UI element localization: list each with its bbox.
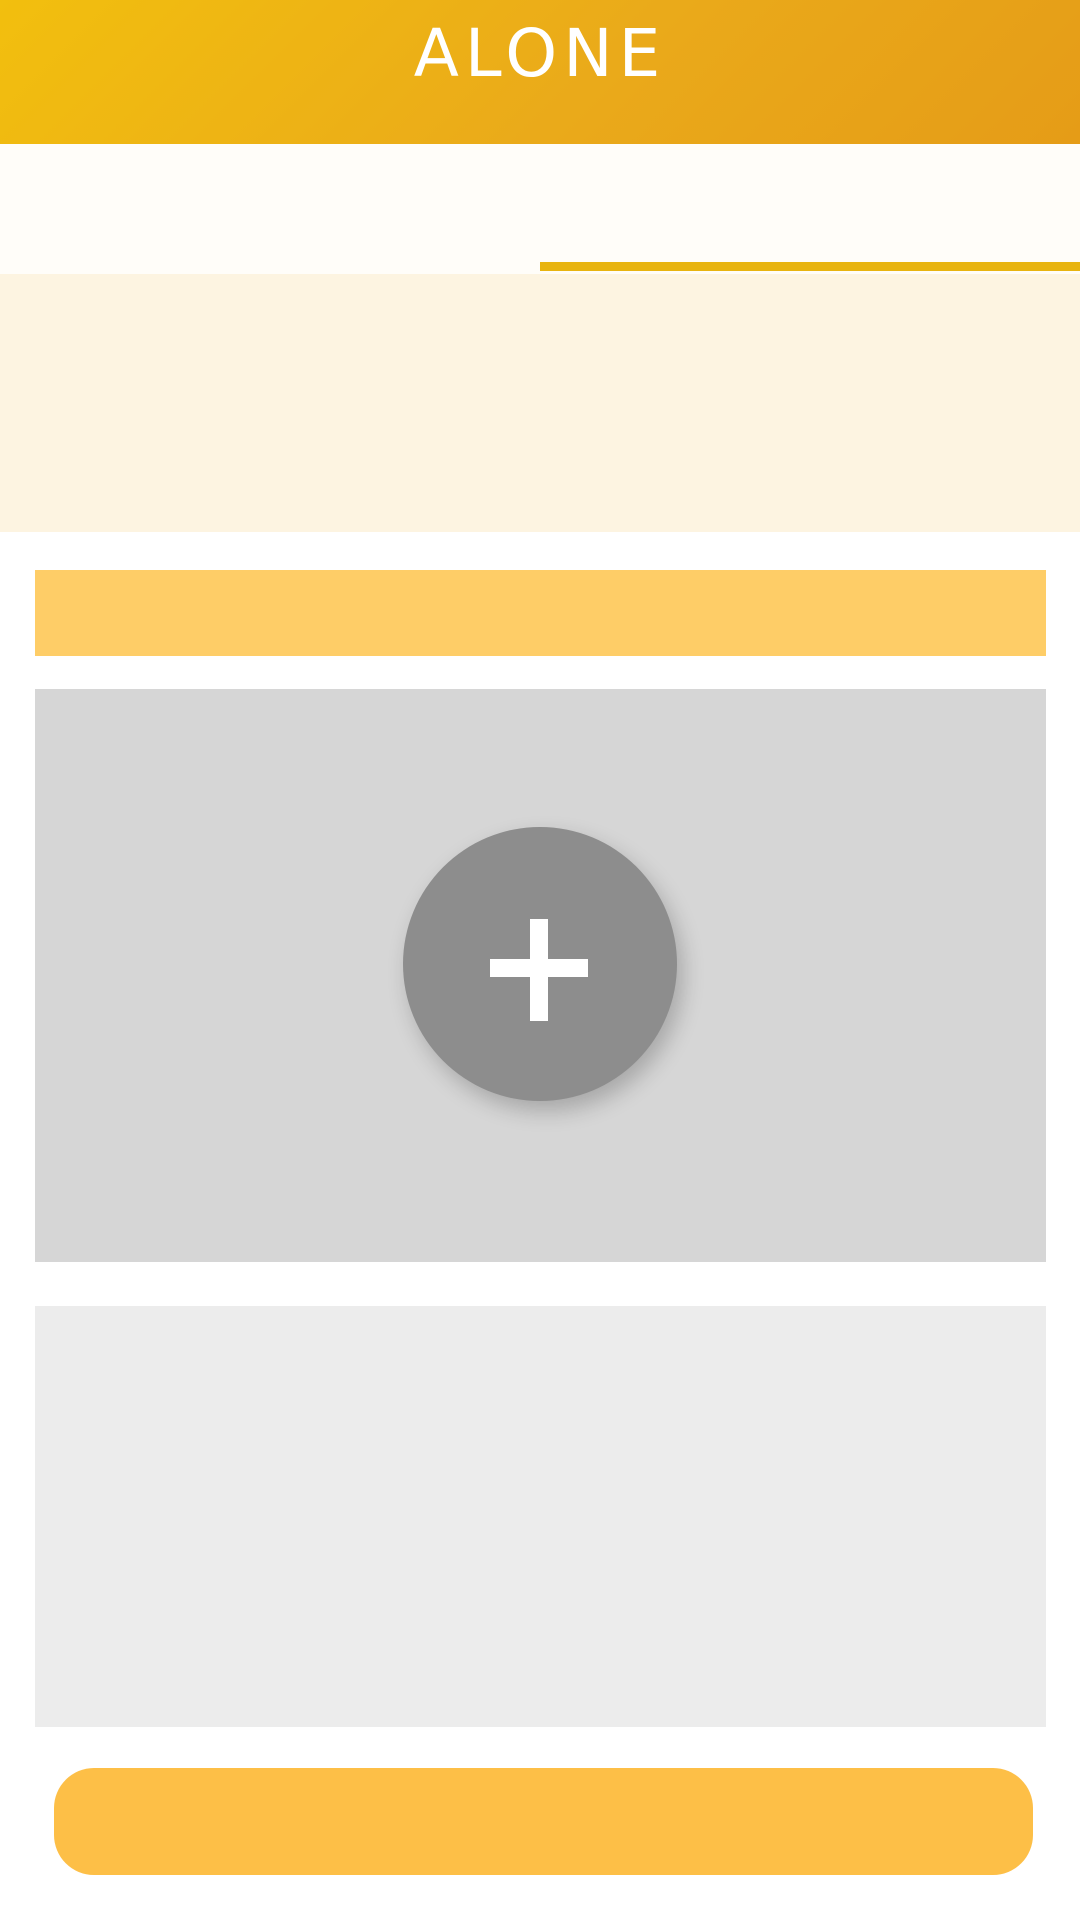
app-title: ALONE	[413, 14, 667, 92]
page: ALONE	[0, 0, 1080, 1920]
text-input-area[interactable]	[35, 1306, 1046, 1727]
plus-icon	[403, 827, 677, 1101]
app-header: ALONE	[0, 0, 1080, 144]
submit-button[interactable]	[54, 1768, 1033, 1875]
active-tab-indicator	[540, 262, 1080, 271]
section-bar	[35, 570, 1046, 656]
tab-first[interactable]	[0, 144, 540, 274]
tab-second[interactable]	[540, 144, 1080, 274]
add-media-button[interactable]	[403, 827, 677, 1101]
info-banner	[0, 274, 1080, 532]
tab-bar	[0, 144, 1080, 274]
media-area	[35, 689, 1046, 1262]
